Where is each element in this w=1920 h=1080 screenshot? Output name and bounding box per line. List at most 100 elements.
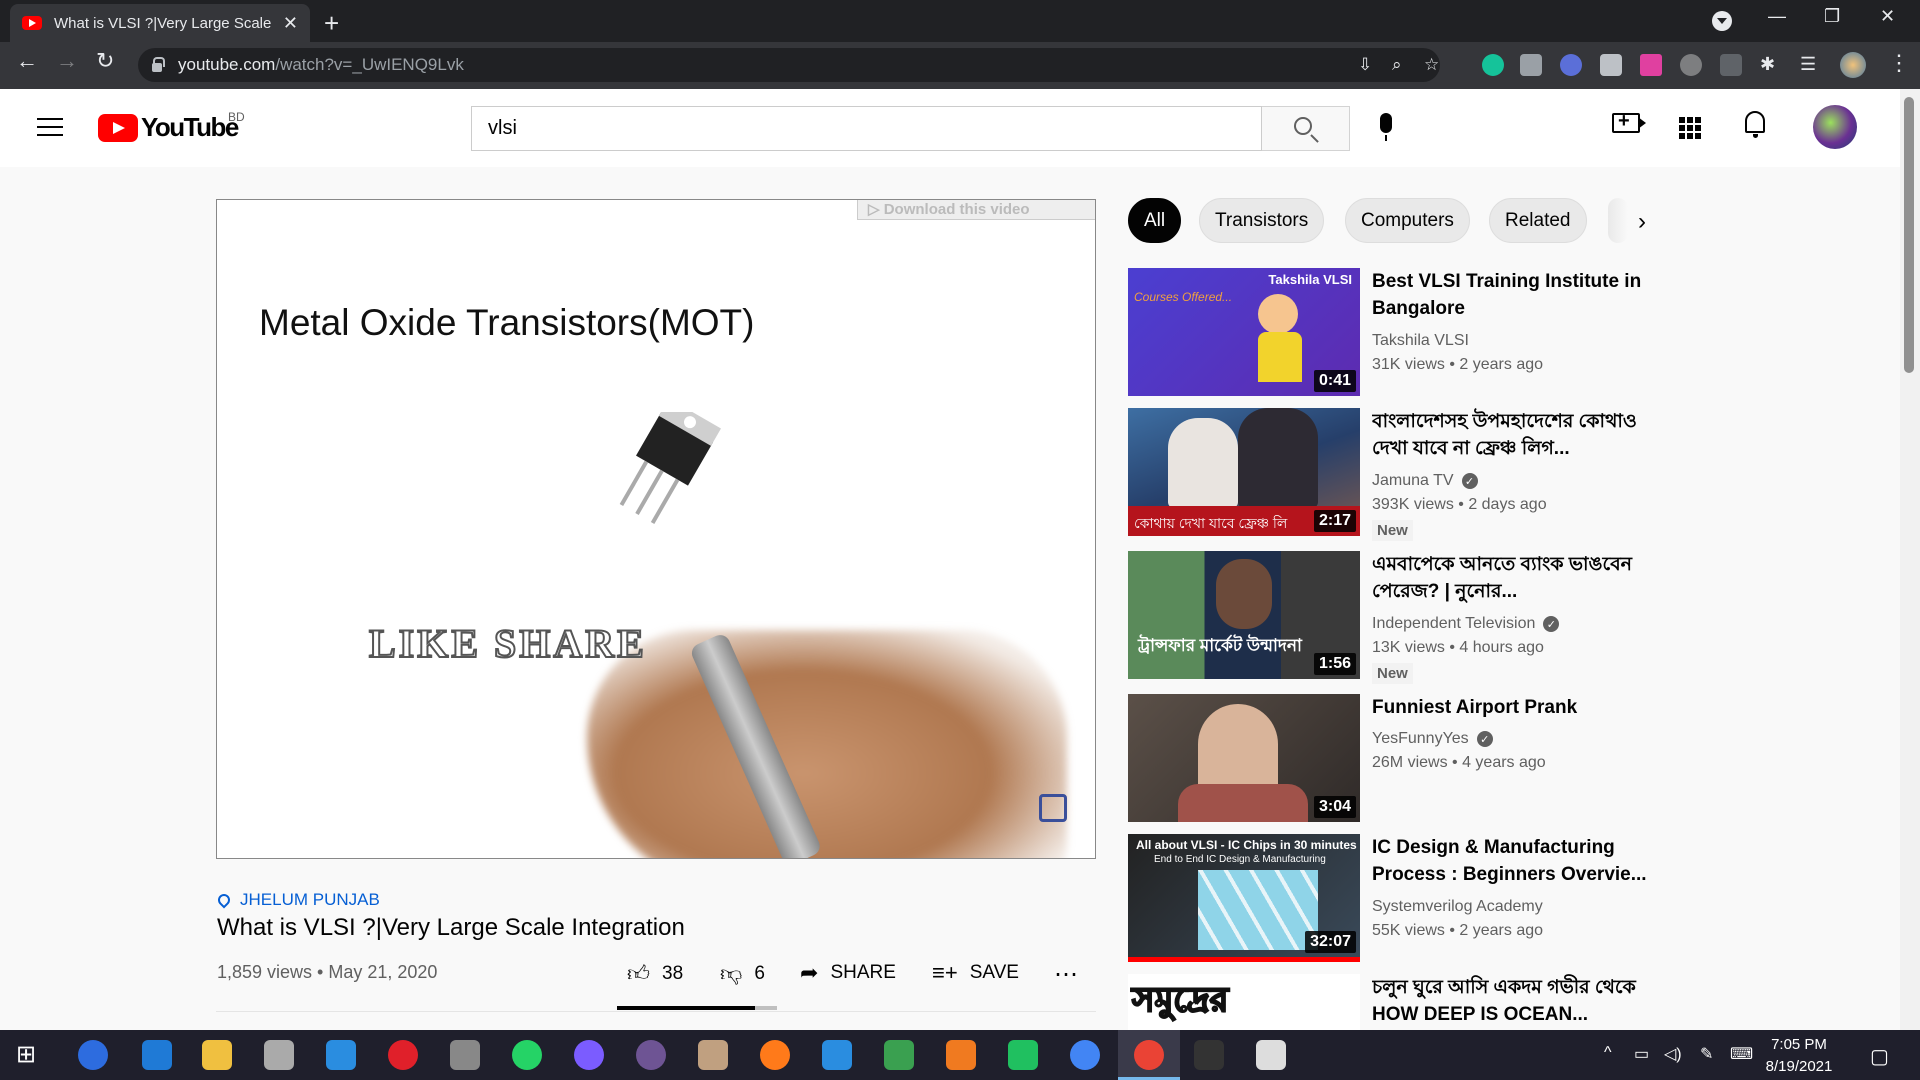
- recommendation-title[interactable]: Best VLSI Training Institute in Bangalor…: [1372, 268, 1662, 322]
- file-explorer-icon[interactable]: [202, 1040, 232, 1070]
- recommendation-channel[interactable]: Systemverilog Academy: [1372, 898, 1543, 916]
- video-thumbnail[interactable]: সমুদ্রের: [1128, 974, 1360, 1030]
- recommendation-item[interactable]: সমুদ্রের চলুন ঘুরে আসি একদম গভীর থেকে HO…: [1128, 974, 1648, 1030]
- more-actions-icon[interactable]: ⋯: [1054, 960, 1078, 989]
- scrollbar-thumb[interactable]: [1904, 97, 1914, 373]
- tab-close-icon[interactable]: ✕: [283, 13, 298, 34]
- chip-all[interactable]: All: [1128, 198, 1182, 243]
- extension-icon[interactable]: [1560, 54, 1582, 76]
- recommendation-channel[interactable]: Jamuna TV ✓: [1372, 472, 1478, 490]
- mail-icon[interactable]: [326, 1040, 356, 1070]
- chip-transistors[interactable]: Transistors: [1199, 198, 1325, 243]
- terminal-icon[interactable]: [1194, 1040, 1224, 1070]
- keyboard-icon[interactable]: ⌨: [1730, 1044, 1753, 1064]
- camera-extension-icon[interactable]: [1520, 54, 1542, 76]
- whatsapp-icon[interactable]: [512, 1040, 542, 1070]
- recommendation-item[interactable]: ট্রান্সফার মার্কেট উন্মাদনা 1:56 এমবাপেক…: [1128, 551, 1648, 684]
- search-button[interactable]: [1262, 106, 1350, 151]
- pen-icon[interactable]: ✎: [1700, 1044, 1713, 1064]
- messenger-icon[interactable]: [574, 1040, 604, 1070]
- install-icon[interactable]: ⇩: [1358, 55, 1372, 75]
- page-scrollbar[interactable]: [1900, 89, 1920, 1031]
- network-icon[interactable]: ▭: [1634, 1044, 1649, 1064]
- chip-next-arrow-icon[interactable]: ›: [1638, 208, 1646, 236]
- chip-related[interactable]: Related: [1489, 198, 1587, 243]
- volume-icon[interactable]: ◁): [1664, 1044, 1682, 1064]
- notifications-bell-icon[interactable]: [1745, 111, 1765, 138]
- microphone-icon[interactable]: [1380, 113, 1392, 141]
- download-video-bar[interactable]: ▷ Download this video: [857, 200, 1095, 220]
- chip-computers[interactable]: Computers: [1345, 198, 1470, 243]
- opera-icon[interactable]: [388, 1040, 418, 1070]
- reload-icon[interactable]: ↻: [96, 48, 114, 74]
- video-thumbnail[interactable]: Takshila VLSI Courses Offered... 0:41: [1128, 268, 1360, 396]
- recommendation-item[interactable]: Takshila VLSI Courses Offered... 0:41 Be…: [1128, 268, 1648, 396]
- recommendation-channel[interactable]: Independent Television ✓: [1372, 615, 1560, 633]
- tab-search-icon[interactable]: [1712, 11, 1732, 31]
- download-extension-icon[interactable]: [1680, 54, 1702, 76]
- chrome-icon[interactable]: [1070, 1040, 1100, 1070]
- like-button[interactable]: 👍︎ 38: [627, 960, 683, 987]
- user-avatar[interactable]: [1813, 105, 1857, 149]
- browser-tab[interactable]: What is VLSI ?|Very Large Scale Integrat…: [10, 4, 310, 42]
- restore-icon[interactable]: ❐: [1824, 6, 1840, 27]
- vscode-icon[interactable]: [822, 1040, 852, 1070]
- play-extension-icon[interactable]: [1640, 54, 1662, 76]
- firefox-icon[interactable]: [760, 1040, 790, 1070]
- edge-icon[interactable]: [142, 1040, 172, 1070]
- puzzle-extensions-icon[interactable]: ✱: [1760, 54, 1782, 76]
- store-icon[interactable]: [264, 1040, 294, 1070]
- recommendation-title[interactable]: বাংলাদেশসহ উপমহাদেশের কোথাও দেখা যাবে না…: [1372, 408, 1662, 462]
- video-player[interactable]: ▷ Download this video Metal Oxide Transi…: [216, 199, 1096, 859]
- taskbar-clock[interactable]: 7:05 PM 8/19/2021: [1752, 1034, 1846, 1078]
- recommendation-title[interactable]: চলুন ঘুরে আসি একদম গভীর থেকে HOW DEEP IS…: [1372, 974, 1648, 1028]
- recommendation-item[interactable]: 3:04 Funniest Airport Prank YesFunnyYes ✓…: [1128, 694, 1648, 822]
- youtube-logo[interactable]: YouTube BD: [98, 110, 245, 143]
- app-icon[interactable]: [1256, 1040, 1286, 1070]
- address-bar[interactable]: youtube.com/watch?v=_UwIENQ9Lvk ⇩ ⌕ ☆: [138, 48, 1440, 82]
- video-thumbnail[interactable]: কোথায় দেখা যাবে ফ্রেঞ্চ লি 2:17: [1128, 408, 1360, 536]
- extension-icon[interactable]: [1600, 54, 1622, 76]
- create-video-icon[interactable]: [1612, 110, 1646, 133]
- video-location[interactable]: JHELUM PUNJAB: [215, 890, 380, 910]
- zoom-icon[interactable]: ⌕: [1392, 55, 1402, 75]
- pycharm-icon[interactable]: [1008, 1040, 1038, 1070]
- video-thumbnail[interactable]: 3:04: [1128, 694, 1360, 822]
- windows-start-icon[interactable]: ⊞: [16, 1040, 46, 1070]
- recommendation-title[interactable]: এমবাপেকে আনতে ব্যাংক ভাঙবেন পেরেজ? | নুন…: [1372, 551, 1662, 605]
- active-taskbar-item[interactable]: [1118, 1030, 1180, 1080]
- grammarly-icon[interactable]: [1482, 54, 1504, 76]
- app-icon[interactable]: [450, 1040, 480, 1070]
- notifications-icon[interactable]: ▢: [1870, 1044, 1889, 1069]
- chrome-menu-icon[interactable]: ⋮: [1888, 50, 1910, 76]
- minimize-icon[interactable]: —: [1768, 6, 1786, 27]
- qbittorrent-icon[interactable]: [78, 1040, 108, 1070]
- extension-icon[interactable]: [1720, 54, 1742, 76]
- bookmark-star-icon[interactable]: ☆: [1424, 55, 1439, 75]
- recommendation-item[interactable]: কোথায় দেখা যাবে ফ্রেঞ্চ লি 2:17 বাংলাদে…: [1128, 408, 1648, 541]
- github-icon[interactable]: [636, 1040, 666, 1070]
- share-button[interactable]: ➦ SHARE: [800, 960, 896, 986]
- recommendation-channel[interactable]: Takshila VLSI: [1372, 332, 1469, 350]
- menu-icon[interactable]: [37, 118, 63, 142]
- save-button[interactable]: ≡+ SAVE: [932, 960, 1019, 986]
- recommendation-title[interactable]: Funniest Airport Prank: [1372, 694, 1662, 721]
- dislike-button[interactable]: 👎︎ 6: [720, 960, 765, 987]
- forward-icon[interactable]: →: [56, 48, 78, 74]
- reading-list-icon[interactable]: ☰: [1800, 54, 1822, 76]
- recommendation-item[interactable]: All about VLSI - IC Chips in 30 minutes …: [1128, 834, 1648, 962]
- window-close-icon[interactable]: ✕: [1880, 6, 1895, 27]
- search-input[interactable]: vlsi: [471, 106, 1262, 151]
- video-thumbnail[interactable]: ট্রান্সফার মার্কেট উন্মাদনা 1:56: [1128, 551, 1360, 679]
- apps-grid-icon[interactable]: [1679, 117, 1701, 139]
- app-icon[interactable]: [946, 1040, 976, 1070]
- app-icon[interactable]: [698, 1040, 728, 1070]
- profile-avatar[interactable]: [1840, 52, 1866, 78]
- back-icon[interactable]: ←: [16, 48, 38, 74]
- new-tab-icon[interactable]: +: [324, 8, 339, 39]
- tray-expand-icon[interactable]: ^: [1604, 1044, 1612, 1062]
- recommendation-title[interactable]: IC Design & Manufacturing Process : Begi…: [1372, 834, 1662, 888]
- app-icon[interactable]: [884, 1040, 914, 1070]
- video-thumbnail[interactable]: All about VLSI - IC Chips in 30 minutes …: [1128, 834, 1360, 962]
- recommendation-channel[interactable]: YesFunnyYes ✓: [1372, 730, 1493, 748]
